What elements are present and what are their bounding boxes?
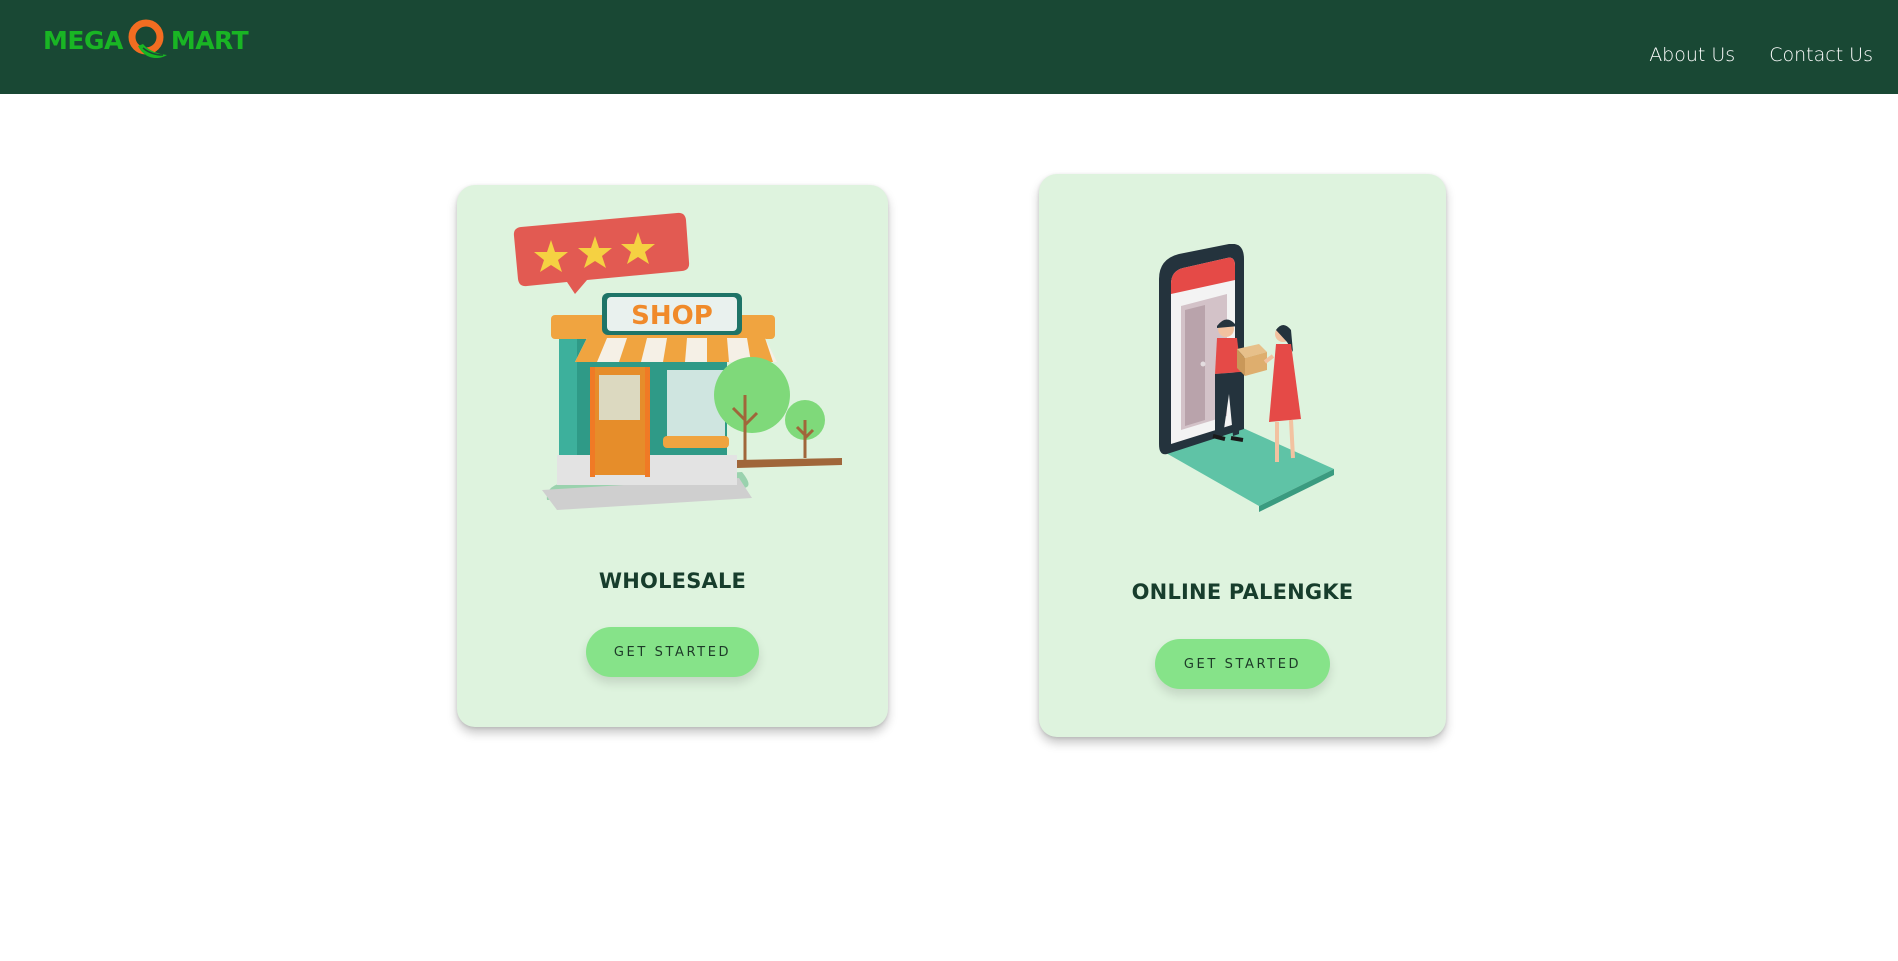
mega-mart-logo[interactable]: MEGA MART [43,18,249,62]
shop-storefront-illustration: SHOP [513,212,842,510]
svg-text:SHOP: SHOP [631,301,713,331]
phone-delivery-illustration [1159,244,1334,512]
nav-contact-us[interactable]: Contact Us [1769,44,1873,66]
card-title-online-palengke: ONLINE PALENGKE [1131,580,1354,604]
nav-about-us[interactable]: About Us [1649,44,1735,66]
wholesale-get-started-button[interactable]: GET STARTED [586,627,759,677]
q-leaf-logo-icon [128,19,167,59]
wholesale-card: SHOP WHOLESALE GET STARTED [457,185,888,727]
main-nav: About Us Contact Us [1649,44,1873,66]
logo-text-right: MART [170,25,249,55]
logo-text-left: MEGA [43,25,123,55]
top-header: MEGA MART About Us Contact Us [0,0,1898,94]
online-palengke-get-started-button[interactable]: GET STARTED [1155,639,1330,689]
online-palengke-card: ONLINE PALENGKE GET STARTED [1039,174,1446,737]
rating-bubble-icon [513,212,690,294]
card-title-wholesale: WHOLESALE [598,569,747,593]
